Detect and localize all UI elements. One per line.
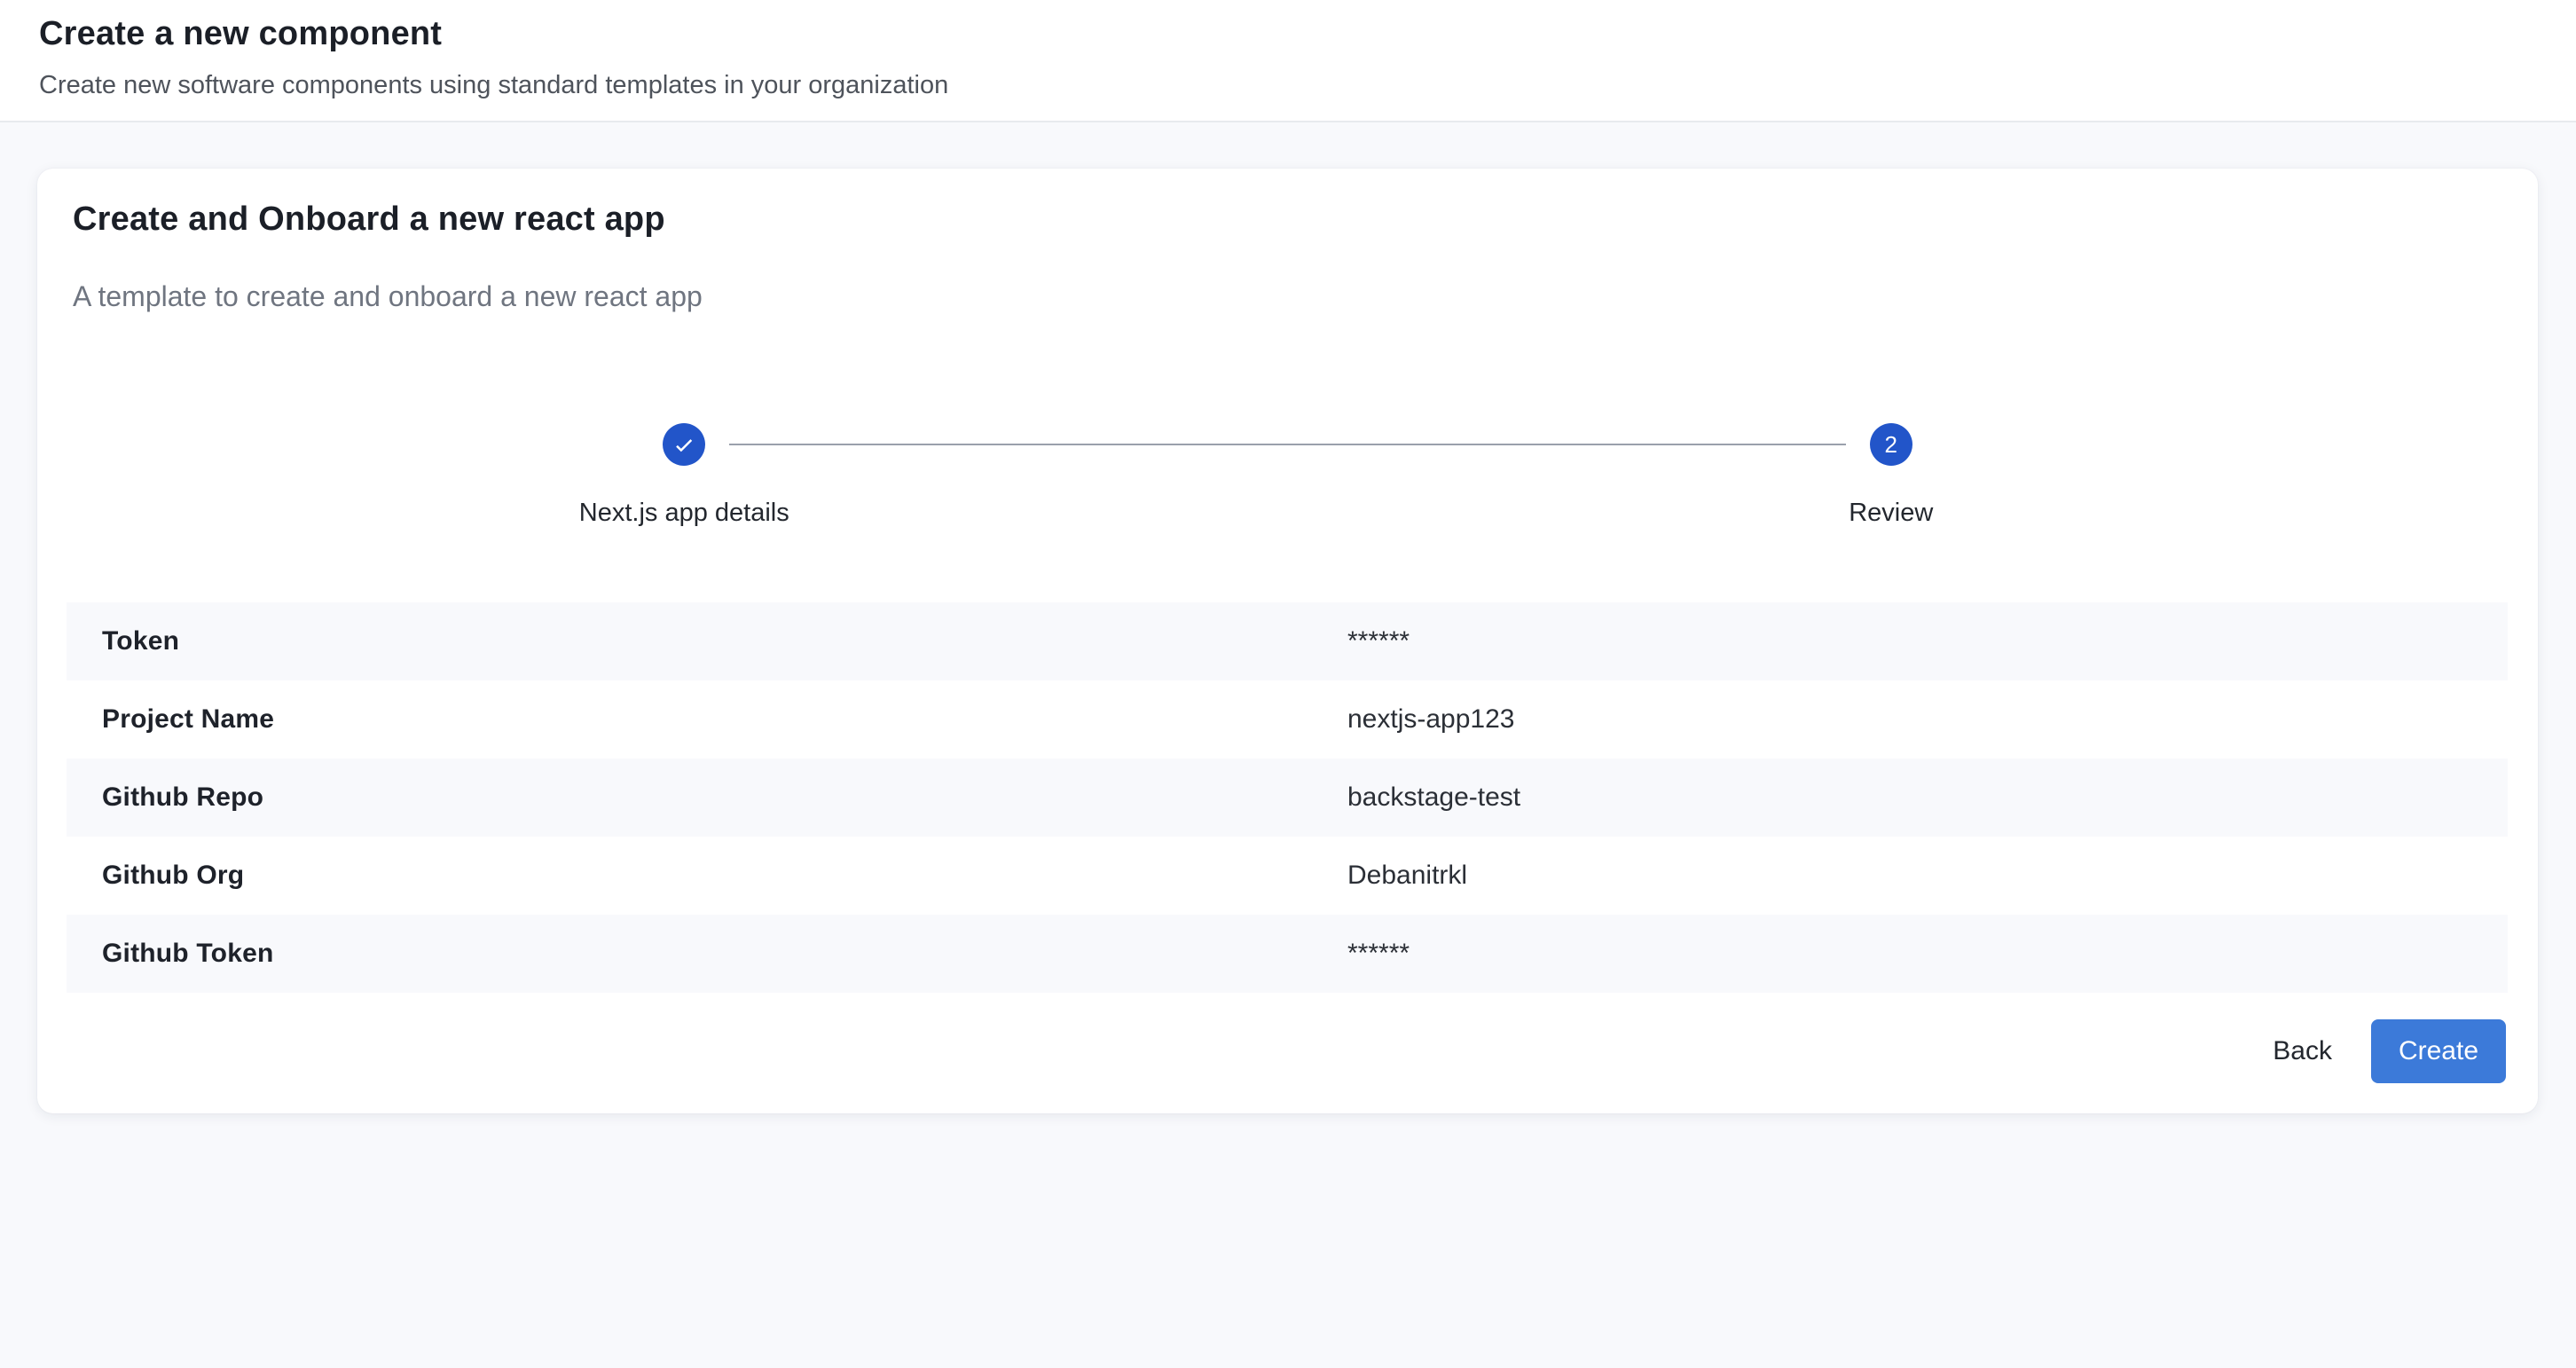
row-label: Project Name	[67, 704, 1347, 735]
table-row: Github Token ******	[67, 915, 2508, 993]
row-value: ******	[1347, 939, 2508, 969]
check-icon	[671, 432, 696, 457]
wizard-stepper: Next.js app details 2 Review	[37, 423, 2538, 529]
row-value: backstage-test	[1347, 782, 2508, 813]
table-row: Github Org Debanitrkl	[67, 837, 2508, 915]
review-table: Token ****** Project Name nextjs-app123 …	[67, 602, 2508, 993]
row-value: nextjs-app123	[1347, 704, 2508, 735]
template-subtitle: A template to create and onboard a new r…	[73, 279, 2502, 313]
row-label: Token	[67, 626, 1347, 656]
template-title: Create and Onboard a new react app	[73, 169, 2502, 240]
row-value: Debanitrkl	[1347, 861, 2508, 891]
row-label: Github Repo	[67, 782, 1347, 813]
step-connector	[729, 444, 1847, 445]
step-number-badge: 2	[1870, 423, 1912, 466]
page-header: Create a new component Create new softwa…	[0, 0, 2576, 122]
step-label: Next.js app details	[579, 498, 789, 529]
template-card: Create and Onboard a new react app A tem…	[37, 169, 2538, 1113]
row-value: ******	[1347, 626, 2508, 656]
step-review: 2 Review	[1288, 423, 2495, 529]
step-number: 2	[1885, 433, 1897, 456]
create-button[interactable]: Create	[2371, 1019, 2506, 1083]
step-label: Review	[1849, 498, 1933, 529]
wizard-actions: Back Create	[37, 1019, 2538, 1083]
page-title: Create a new component	[39, 14, 2537, 54]
step-completed-badge	[663, 423, 705, 466]
row-label: Github Org	[67, 861, 1347, 891]
table-row: Project Name nextjs-app123	[67, 680, 2508, 759]
step-nextjs-app-details: Next.js app details	[81, 423, 1288, 529]
page-subtitle: Create new software components using sta…	[39, 70, 2537, 101]
row-label: Github Token	[67, 939, 1347, 969]
back-button[interactable]: Back	[2246, 1024, 2359, 1079]
table-row: Github Repo backstage-test	[67, 759, 2508, 837]
table-row: Token ******	[67, 602, 2508, 680]
